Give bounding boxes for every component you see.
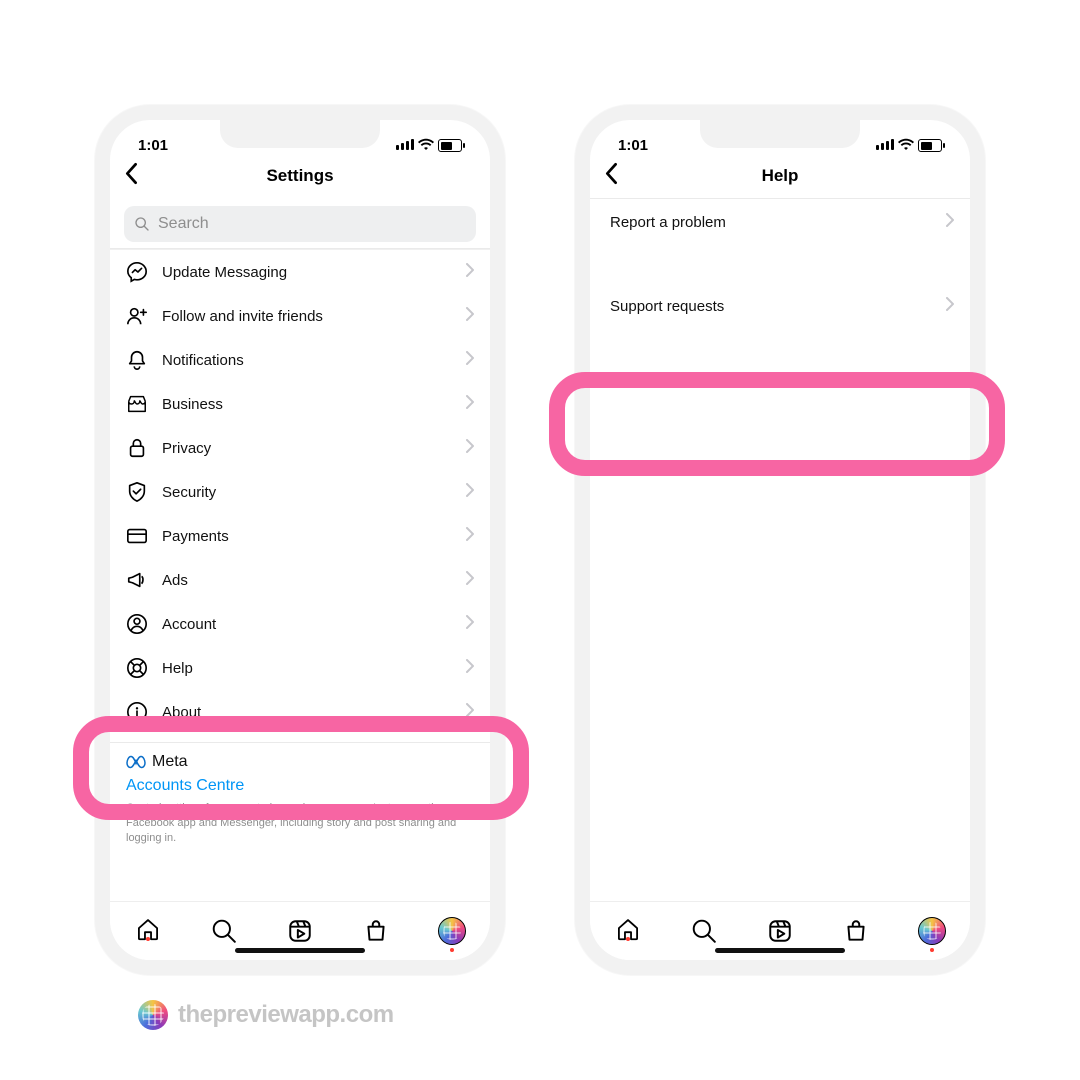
nav-header: Settings [110, 154, 490, 198]
settings-row-account[interactable]: Account [110, 602, 490, 646]
chevron-right-icon [466, 395, 474, 414]
tab-home[interactable] [134, 917, 162, 945]
battery-icon [438, 139, 462, 152]
reels-icon [767, 918, 793, 944]
nav-header: Help [590, 154, 970, 198]
tab-search[interactable] [690, 917, 718, 945]
notification-dot [930, 948, 934, 952]
settings-row-update-messaging[interactable]: Update Messaging [110, 250, 490, 294]
chevron-right-icon [466, 307, 474, 326]
bell-icon [126, 349, 148, 371]
settings-row-payments[interactable]: Payments [110, 514, 490, 558]
chevron-right-icon [466, 703, 474, 722]
help-row-report-problem[interactable]: Report a problem [590, 199, 970, 245]
cellular-icon [874, 137, 894, 154]
tab-profile[interactable] [438, 917, 466, 945]
meta-brand: Meta [152, 753, 188, 771]
search-icon [691, 918, 717, 944]
chevron-right-icon [466, 483, 474, 502]
chevron-right-icon [466, 571, 474, 590]
settings-row-help[interactable]: Help [110, 646, 490, 690]
watermark-logo-icon [138, 1000, 168, 1030]
lifebuoy-icon [126, 657, 148, 679]
tab-shop[interactable] [842, 917, 870, 945]
back-button[interactable] [604, 163, 618, 190]
screen-right: 1:01 Help Report a problem [590, 120, 970, 960]
tab-home[interactable] [614, 917, 642, 945]
notch [700, 120, 860, 148]
meta-accounts-centre[interactable]: Meta Accounts Centre Control settings fo… [110, 743, 490, 860]
watermark: thepreviewapp.com [138, 1000, 394, 1030]
page-title: Settings [266, 166, 333, 186]
tab-reels[interactable] [766, 917, 794, 945]
shop-icon [843, 918, 869, 944]
chevron-right-icon [946, 213, 954, 232]
watermark-text: thepreviewapp.com [178, 1001, 394, 1029]
settings-row-privacy[interactable]: Privacy [110, 426, 490, 470]
search-icon [134, 216, 150, 232]
page-title: Help [762, 166, 799, 186]
phone-frame-right: 1:01 Help Report a problem [575, 105, 985, 975]
chevron-right-icon [466, 263, 474, 282]
person-icon [126, 613, 148, 635]
messenger-icon [126, 261, 148, 283]
accounts-centre-link[interactable]: Accounts Centre [126, 777, 474, 795]
shop-icon [363, 918, 389, 944]
screen-left: 1:01 Settings Search [110, 120, 490, 960]
home-indicator [715, 948, 845, 953]
settings-row-business[interactable]: Business [110, 382, 490, 426]
meta-description: Control settings for connected experienc… [126, 801, 474, 846]
search-input[interactable]: Search [124, 206, 476, 242]
search-placeholder: Search [158, 215, 209, 233]
help-list: Report a problem Support requests [590, 199, 970, 329]
tab-profile[interactable] [918, 917, 946, 945]
chevron-right-icon [466, 439, 474, 458]
notification-dot [626, 937, 630, 941]
cellular-icon [394, 137, 414, 154]
chevron-right-icon [466, 351, 474, 370]
status-time: 1:01 [138, 137, 168, 154]
tab-search[interactable] [210, 917, 238, 945]
battery-icon [918, 139, 942, 152]
search-icon [211, 918, 237, 944]
add-friend-icon [126, 305, 148, 327]
back-button[interactable] [124, 163, 138, 190]
info-icon [126, 701, 148, 723]
shield-icon [126, 481, 148, 503]
tab-shop[interactable] [362, 917, 390, 945]
status-time: 1:01 [618, 137, 648, 154]
store-icon [126, 393, 148, 415]
settings-list: Update Messaging Follow and invite frien… [110, 249, 490, 734]
chevron-right-icon [946, 297, 954, 316]
chevron-right-icon [466, 527, 474, 546]
avatar-icon [438, 917, 466, 945]
settings-row-follow-invite[interactable]: Follow and invite friends [110, 294, 490, 338]
notification-dot [450, 948, 454, 952]
avatar-icon [918, 917, 946, 945]
wifi-icon [898, 137, 914, 154]
phone-frame-left: 1:01 Settings Search [95, 105, 505, 975]
help-row-support-requests[interactable]: Support requests [590, 283, 970, 329]
settings-row-ads[interactable]: Ads [110, 558, 490, 602]
wifi-icon [418, 137, 434, 154]
home-indicator [235, 948, 365, 953]
card-icon [126, 525, 148, 547]
chevron-right-icon [466, 659, 474, 678]
settings-row-security[interactable]: Security [110, 470, 490, 514]
lock-icon [126, 437, 148, 459]
megaphone-icon [126, 569, 148, 591]
settings-row-notifications[interactable]: Notifications [110, 338, 490, 382]
meta-logo-icon [126, 755, 146, 769]
settings-row-about[interactable]: About [110, 690, 490, 734]
tab-reels[interactable] [286, 917, 314, 945]
notification-dot [146, 937, 150, 941]
notch [220, 120, 380, 148]
chevron-right-icon [466, 615, 474, 634]
reels-icon [287, 918, 313, 944]
